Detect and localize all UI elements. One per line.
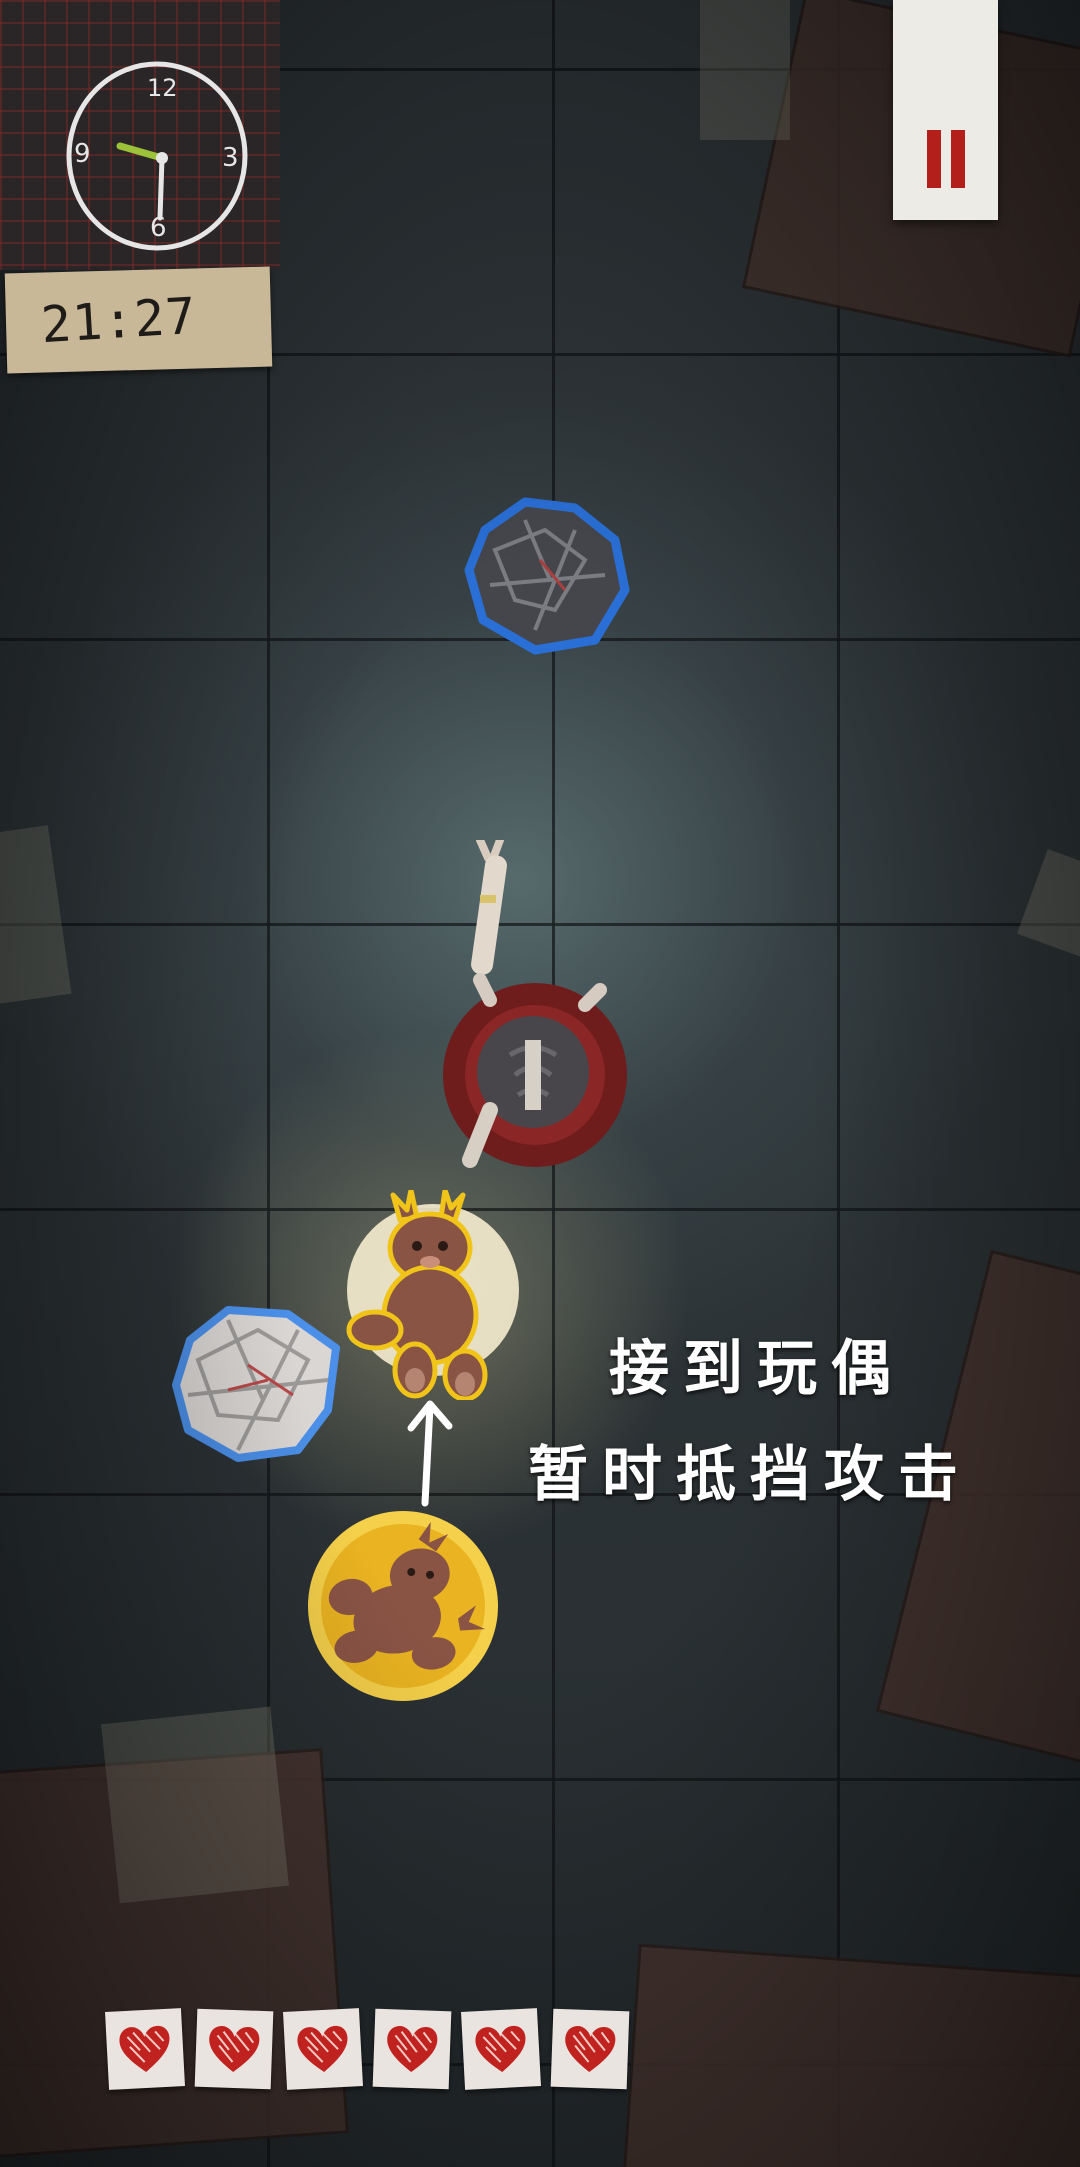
paper-ball-enemy: [455, 490, 635, 660]
health-heart: [194, 2008, 274, 2090]
clock-numeral-9: 9: [74, 139, 91, 169]
paper-scrap: [700, 0, 790, 140]
heart-icon: [475, 2025, 526, 2072]
clock-board: 12 3 6 9: [0, 0, 280, 270]
arrow-up-icon: [407, 1400, 453, 1507]
tutorial-hint: 接到玩偶 暂时抵挡攻击: [485, 1325, 1015, 1519]
girl-topdown-icon: [443, 836, 627, 1168]
health-heart: [461, 2008, 541, 2090]
crumpled-paper-icon: [464, 497, 630, 655]
heart-icon: [387, 2026, 438, 2072]
tutorial-line-2: 暂时抵挡攻击: [528, 1440, 972, 1510]
clock-numeral-12: 12: [147, 74, 178, 102]
heart-icon: [119, 2025, 170, 2072]
pause-icon: [923, 130, 969, 188]
heart-icon: [297, 2025, 348, 2072]
health-heart: [105, 2008, 185, 2090]
pause-button[interactable]: [893, 0, 998, 220]
deer-plush-icon: [308, 1511, 498, 1701]
player-character: [420, 836, 640, 1200]
tutorial-arrow: [405, 1398, 455, 1508]
clock-hour-hand: [116, 142, 166, 162]
paper-ball-enemy: [168, 1300, 348, 1465]
health-heart: [283, 2008, 363, 2090]
tutorial-line-1: 接到玩偶: [609, 1334, 905, 1404]
heart-icon: [565, 2026, 616, 2072]
health-heart: [372, 2008, 452, 2090]
health-heart: [550, 2008, 630, 2090]
plush-pickup[interactable]: [305, 1508, 501, 1704]
health-bar: [105, 2008, 647, 2100]
heart-icon: [209, 2026, 260, 2072]
time-label: 21:27: [4, 266, 273, 374]
crumpled-paper-icon: [172, 1306, 340, 1462]
clock-icon: 12 3 6 9: [66, 61, 248, 251]
paper-scrap: [101, 1706, 289, 1904]
time-text: 21:27: [39, 286, 198, 355]
desk-bottom-right: [622, 1943, 1080, 2167]
game-scene[interactable]: 接到玩偶 暂时抵挡攻击 12 3 6 9 21:27: [0, 0, 1080, 2167]
clock-minute-hand: [157, 155, 165, 221]
clock-numeral-3: 3: [222, 143, 239, 173]
